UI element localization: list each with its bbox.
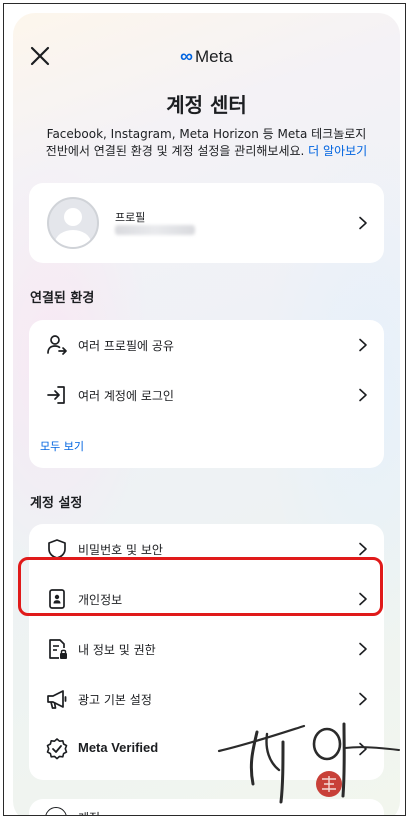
row-meta-verified[interactable]: Meta Verified — [29, 724, 384, 774]
share-profile-icon — [45, 333, 69, 357]
chevron-right-icon — [358, 692, 368, 706]
settings-section-heading: 계정 설정 — [30, 496, 83, 511]
row-label: 여러 계정에 로그인 — [78, 389, 174, 403]
row-label: 내 정보 및 권한 — [78, 643, 156, 657]
screenshot-frame: ∞ Meta 계정 센터 Facebook, Instagram, Meta Ho… — [3, 3, 406, 816]
chevron-right-icon — [358, 742, 368, 756]
profile-label: 프로필 — [115, 211, 146, 224]
row-ad-preferences[interactable]: 광고 기본 설정 — [29, 674, 384, 724]
avatar-body-shape — [55, 230, 91, 247]
meta-logo: ∞ Meta — [13, 46, 400, 67]
chevron-right-icon — [358, 388, 368, 402]
see-all-link[interactable]: 모두 보기 — [40, 438, 84, 454]
profile-card[interactable]: 프로필 — [29, 183, 384, 263]
page-title: 계정 센터 — [166, 93, 247, 117]
chevron-right-icon — [358, 642, 368, 656]
verified-badge-icon — [45, 737, 69, 761]
page-subtitle: Facebook, Instagram, Meta Horizon 등 Meta… — [27, 126, 386, 160]
meta-logo-text: Meta — [195, 47, 233, 66]
subtitle-line-1: Facebook, Instagram, Meta Horizon 등 Meta… — [46, 127, 367, 141]
row-password-security[interactable]: 비밀번호 및 보안 — [29, 524, 384, 574]
row-label: 여러 프로필에 공유 — [78, 339, 174, 353]
row-multi-account-login[interactable]: 여러 계정에 로그인 — [29, 370, 384, 420]
row-label: 비밀번호 및 보안 — [78, 543, 163, 557]
row-label: 개인정보 — [78, 593, 123, 607]
row-info-permissions[interactable]: 내 정보 및 권한 — [29, 624, 384, 674]
chevron-right-icon — [358, 592, 368, 606]
chevron-right-icon — [358, 216, 368, 230]
chevron-right-icon — [358, 542, 368, 556]
row-label: 광고 기본 설정 — [78, 693, 152, 707]
row-personal-details[interactable]: 개인정보 — [29, 574, 384, 624]
accounts-center-screen: ∞ Meta 계정 센터 Facebook, Instagram, Meta Ho… — [13, 13, 400, 815]
row-label: 계정 — [78, 809, 100, 815]
id-card-icon — [45, 587, 69, 611]
connected-card: 여러 프로필에 공유 여러 계정에 로그인 모두 보기 — [29, 320, 384, 468]
profile-name-blurred — [115, 225, 195, 235]
avatar — [47, 197, 99, 249]
document-lock-icon — [45, 637, 69, 661]
row-label: Meta Verified — [78, 740, 159, 755]
avatar-head-shape — [64, 208, 82, 226]
settings-card: 비밀번호 및 보안 개인정보 내 정보 및 권한 광고 기본 설정 Meta V… — [29, 524, 384, 780]
megaphone-icon — [45, 687, 69, 711]
shield-icon — [45, 537, 69, 561]
login-icon — [45, 383, 69, 407]
row-share-profiles[interactable]: 여러 프로필에 공유 — [29, 320, 384, 370]
chevron-right-icon — [358, 338, 368, 352]
subtitle-line-2: 전반에서 연결된 환경 및 계정 설정을 관리해보세요. — [45, 144, 305, 158]
meta-infinity-icon: ∞ — [180, 46, 194, 66]
connected-section-heading: 연결된 환경 — [30, 291, 95, 306]
learn-more-link[interactable]: 더 알아보기 — [308, 144, 367, 158]
account-circle-icon — [45, 807, 67, 815]
row-account-partial[interactable]: 계정 — [29, 799, 384, 815]
